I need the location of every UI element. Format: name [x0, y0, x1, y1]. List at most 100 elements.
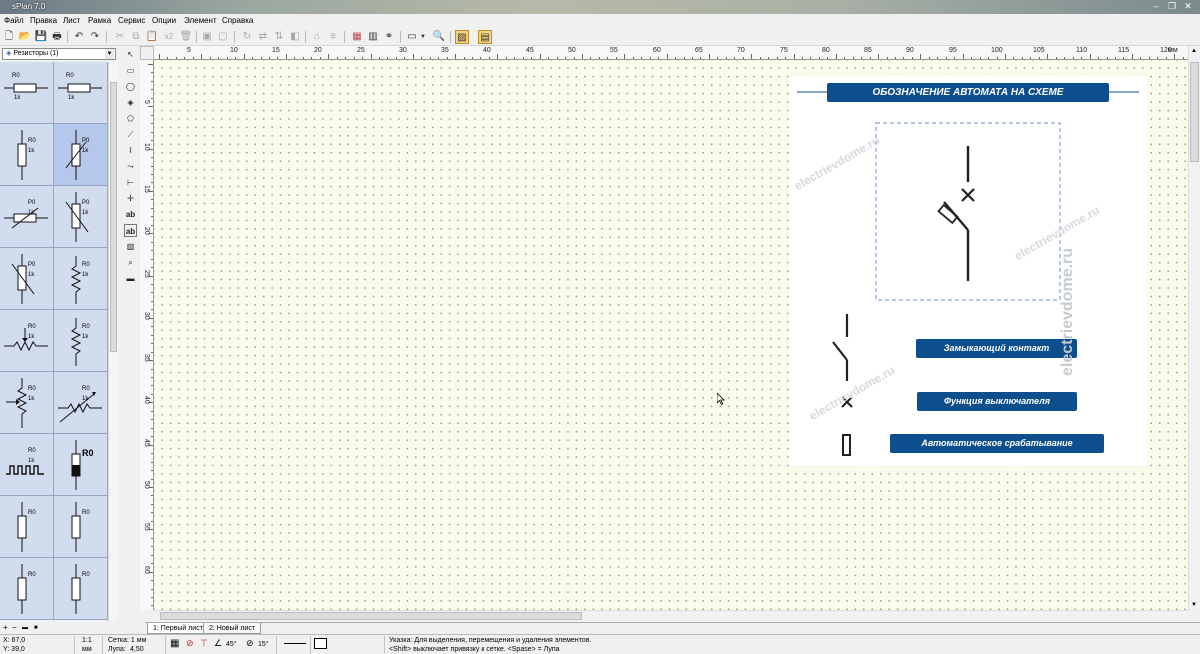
chevron-down-icon[interactable]: ▼ — [419, 30, 427, 44]
library-item[interactable]: R0 1k — [54, 372, 108, 434]
library-item[interactable]: P0 1k — [54, 186, 108, 248]
open-folder-icon[interactable]: 📂 — [18, 30, 32, 44]
library-item[interactable]: R0 1k — [54, 310, 108, 372]
library-item[interactable]: R0 — [54, 434, 108, 496]
junction-tool-icon[interactable]: ✛ — [124, 192, 137, 205]
undo-icon[interactable]: ↶ — [72, 30, 86, 44]
rubberband-icon[interactable]: ⊤ — [200, 639, 208, 648]
ruler-top-label: 55 — [610, 47, 618, 54]
zoom-icon[interactable]: 🔍 — [432, 30, 446, 44]
library-item[interactable]: R0 — [54, 558, 108, 620]
toolbar: 🗋 📂 💾 🖶 ↶ ↷ ✂ ⧉ 📋 x2 🗑 ▣ ▢ ↻ ⇄ ⇅ ◧ ⌂ ≡ ▦… — [0, 28, 1200, 46]
photo-icon[interactable]: ▨ — [455, 30, 469, 44]
line-width-preview[interactable] — [284, 643, 306, 644]
ellipse-tool-icon[interactable]: ◯ — [124, 80, 137, 93]
fill-tool-icon[interactable]: ◈ — [124, 96, 137, 109]
library-item[interactable]: P0 1k — [0, 248, 54, 310]
library-item[interactable]: R0 1k — [0, 310, 54, 372]
magnifier-tool-icon[interactable]: ⌕ — [124, 256, 137, 269]
cut-icon[interactable]: ✂ — [113, 30, 127, 44]
library-item-ref: R0 — [28, 386, 36, 392]
paste-icon[interactable]: 📋 — [145, 30, 159, 44]
menu-service[interactable]: Сервис — [116, 14, 147, 28]
remove-icon[interactable]: − — [12, 622, 17, 634]
library-select[interactable]: ◈ Резисторы (1) ▼ — [2, 48, 116, 60]
binoculars-icon[interactable]: ⚭ — [382, 30, 396, 44]
front-icon[interactable]: ◧ — [288, 30, 302, 44]
menu-edit[interactable]: Правка — [28, 14, 59, 28]
menu-file[interactable]: Файл — [2, 14, 26, 28]
minimize-icon[interactable]: – — [1150, 1, 1162, 12]
angle-15-icon[interactable]: ⊘ — [246, 639, 254, 648]
print-icon[interactable]: 🖶 — [50, 30, 64, 44]
mirror-v-icon[interactable]: ⇅ — [272, 30, 286, 44]
line-tool-icon[interactable]: ⟋ — [124, 128, 137, 141]
grid-toggle-icon[interactable]: ▦ — [170, 639, 179, 649]
library-item-ref: R0 — [82, 262, 90, 268]
ruler-horizontal: 5 10 15 20 25 30 35 40 45 50 55 60 65 70 75 80 85 90 95 100… — [154, 46, 1188, 60]
measure-tool-icon[interactable]: ▬ — [124, 272, 137, 285]
add-icon[interactable]: + — [3, 622, 8, 634]
tab-sheet-1[interactable]: 1: Первый лист — [147, 623, 209, 634]
library-item[interactable]: P0 1k — [54, 124, 108, 186]
new-file-icon[interactable]: 🗋 — [2, 30, 16, 44]
library-item[interactable]: R0 1k — [54, 62, 108, 124]
library-select-value: Резисторы (1) — [13, 50, 59, 57]
scroll-down-icon[interactable]: ▼ — [1191, 602, 1197, 608]
close-icon[interactable]: ✕ — [1182, 1, 1194, 12]
bom-icon[interactable]: ▦ — [350, 30, 364, 44]
library-edit-icon[interactable]: ▬ — [22, 622, 28, 634]
bezier-tool-icon[interactable]: ⤳ — [124, 160, 137, 173]
rectangle-tool-icon[interactable]: ▭ — [124, 64, 137, 77]
scroll-up-icon[interactable]: ▲ — [1191, 48, 1197, 54]
library-scrollbar[interactable] — [108, 62, 118, 622]
polygon-tool-icon[interactable]: ⬠ — [124, 112, 137, 125]
library-item[interactable]: P0 1k — [0, 186, 54, 248]
horizontal-scrollbar[interactable] — [154, 610, 1188, 622]
menu-frame[interactable]: Рамка — [86, 14, 113, 28]
angle-45-icon[interactable]: ∠ — [214, 639, 222, 648]
polyline-tool-icon[interactable]: ⌇ — [124, 144, 137, 157]
library-icon[interactable]: ▥ — [366, 30, 380, 44]
ruler-top-label: 65 — [695, 47, 703, 54]
menu-help[interactable]: Справка — [220, 14, 255, 28]
pointer-tool-icon[interactable]: ↖ — [124, 48, 137, 61]
library-item[interactable]: R0 1k — [0, 434, 54, 496]
dimension-tool-icon[interactable]: ⊢ — [124, 176, 137, 189]
tab-sheet-2[interactable]: 2: Новый лист — [203, 623, 262, 634]
menu-sheet[interactable]: Лист — [61, 14, 82, 28]
frame-icon[interactable]: ▤ — [478, 30, 492, 44]
align-icon[interactable]: ≡ — [326, 30, 340, 44]
page-icon[interactable]: ▭ — [405, 30, 419, 44]
maximize-icon[interactable]: ❐ — [1166, 1, 1178, 12]
delete-icon[interactable]: 🗑 — [179, 30, 193, 44]
menu-options[interactable]: Опции — [150, 14, 178, 28]
library-view-icon[interactable]: ■ — [34, 622, 38, 634]
snap-toggle-icon[interactable]: ⊘ — [186, 639, 194, 648]
library-item[interactable]: R0 — [0, 558, 54, 620]
library-item[interactable]: R0 1k — [0, 62, 54, 124]
library-item[interactable]: R0 1k — [0, 372, 54, 434]
chevron-down-icon[interactable]: ▼ — [105, 49, 114, 59]
library-item[interactable]: R0 — [0, 496, 54, 558]
duplicate-x2-button[interactable]: x2 — [162, 30, 176, 44]
text-tool-icon[interactable]: ab — [124, 208, 137, 221]
ruler-top-label: 95 — [949, 47, 957, 54]
group-icon[interactable]: ▣ — [200, 30, 214, 44]
textbox-tool-icon[interactable]: ab — [124, 224, 137, 237]
fill-preview[interactable] — [314, 638, 327, 649]
menu-element[interactable]: Элемент — [182, 14, 219, 28]
lock-icon[interactable]: ⌂ — [310, 30, 324, 44]
library-item[interactable]: R0 1k — [54, 248, 108, 310]
save-icon[interactable]: 💾 — [34, 30, 48, 44]
library-item[interactable]: R0 — [54, 496, 108, 558]
rotate-icon[interactable]: ↻ — [240, 30, 254, 44]
vertical-scrollbar[interactable]: ▲ ▼ — [1188, 46, 1200, 610]
redo-icon[interactable]: ↷ — [88, 30, 102, 44]
ungroup-icon[interactable]: ▢ — [216, 30, 230, 44]
copy-icon[interactable]: ⧉ — [129, 30, 143, 44]
image-tool-icon[interactable]: ▨ — [124, 240, 137, 253]
library-item[interactable]: R0 1k — [0, 124, 54, 186]
pasted-image[interactable]: ОБОЗНАЧЕНИЕ АВТОМАТА НА СХЕМЕ Замыкающий… — [789, 76, 1147, 466]
mirror-h-icon[interactable]: ⇄ — [256, 30, 270, 44]
